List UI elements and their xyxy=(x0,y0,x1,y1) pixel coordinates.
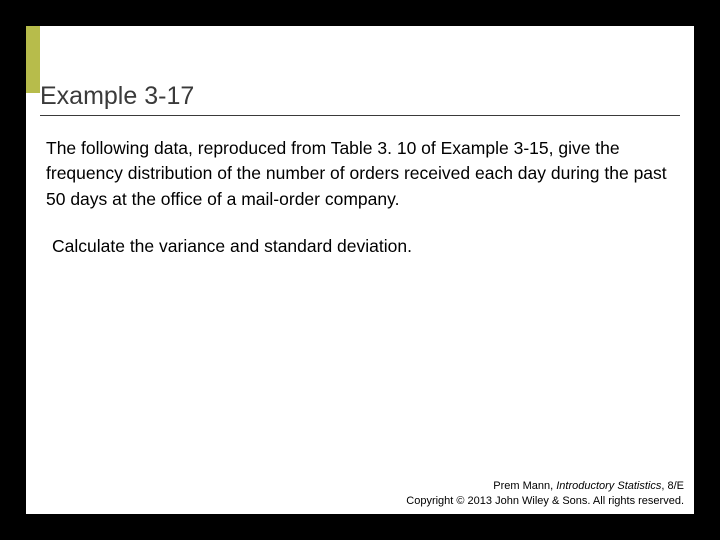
footer-book: Introductory Statistics xyxy=(556,480,661,492)
footer-copyright: Copyright © 2013 John Wiley & Sons. All … xyxy=(406,494,684,508)
accent-block xyxy=(26,26,40,93)
slide-title: Example 3-17 xyxy=(40,82,680,116)
paragraph-task: Calculate the variance and standard devi… xyxy=(52,234,672,259)
footer-attribution: Prem Mann, Introductory Statistics, 8/E xyxy=(406,479,684,493)
paragraph-context: The following data, reproduced from Tabl… xyxy=(46,136,672,212)
slide-body: The following data, reproduced from Tabl… xyxy=(46,136,672,282)
slide-footer: Prem Mann, Introductory Statistics, 8/E … xyxy=(406,479,684,508)
footer-author: Prem Mann, xyxy=(493,480,556,492)
slide: Example 3-17 The following data, reprodu… xyxy=(26,26,694,514)
footer-edition: , 8/E xyxy=(661,480,684,492)
